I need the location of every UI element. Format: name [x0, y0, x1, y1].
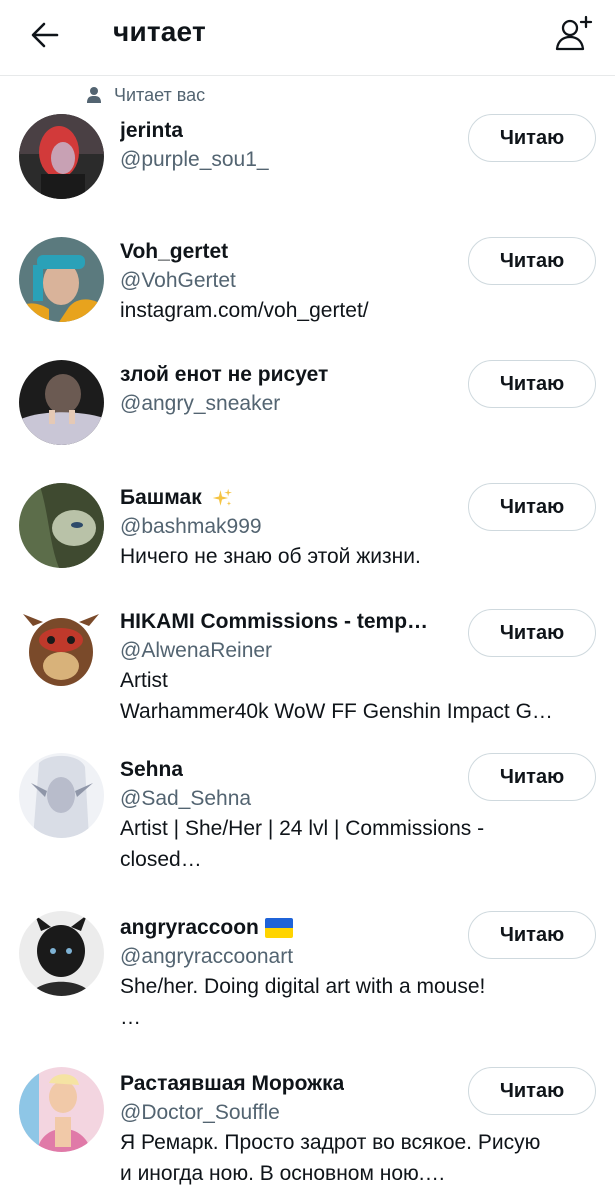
user-name: Растаявшая Морожка [120, 1072, 345, 1095]
user-name: злой енот не рисует [120, 363, 329, 386]
avatar[interactable] [19, 483, 104, 568]
add-user-button[interactable] [548, 10, 600, 56]
user-bio: She/her. Doing digital art with a mouse!… [120, 971, 595, 1033]
back-button[interactable] [22, 12, 68, 58]
user-bio: Я Ремарк. Просто задрот во всякое. Рисую… [120, 1127, 595, 1189]
following-button[interactable]: Читаю [468, 753, 596, 801]
following-button[interactable]: Читаю [468, 483, 596, 531]
follows-you-indicator: Читает вас [86, 84, 205, 106]
user-name: HIKAMI Commissions - temp… [120, 610, 429, 633]
bio-line: Я Ремарк. Просто задрот во всякое. Рисую [120, 1131, 541, 1154]
user-cell[interactable]: злой енот не рисует @angry_sneaker Читаю [0, 323, 615, 445]
following-list: Читает вас jerinta @purple_sou1_ Читаю V… [0, 76, 615, 1200]
bio-line: Artist | She/Her | 24 lvl | Commissions … [120, 817, 485, 840]
user-cell[interactable]: Voh_gertet @VohGertet instagram.com/voh_… [0, 199, 615, 323]
avatar[interactable] [19, 237, 104, 322]
following-button[interactable]: Читаю [468, 237, 596, 285]
page-title: читает [113, 16, 206, 47]
bio-line: Artist [120, 669, 168, 692]
following-button[interactable]: Читаю [468, 360, 596, 408]
user-bio: instagram.com/voh_gertet/ [120, 295, 595, 326]
following-button[interactable]: Читаю [468, 911, 596, 959]
add-user-icon [555, 15, 593, 51]
user-bio: Artist Warhammer40k WoW FF Genshin Impac… [120, 665, 595, 727]
user-cell[interactable]: HIKAMI Commissions - temp… @AlwenaReiner… [0, 569, 615, 723]
sparkles-icon [212, 488, 232, 506]
user-name: Башмак [120, 486, 202, 509]
avatar[interactable] [19, 604, 104, 689]
bio-line: instagram.com/voh_gertet/ [120, 299, 369, 322]
avatar[interactable] [19, 360, 104, 445]
user-name: Voh_gertet [120, 240, 229, 263]
following-button[interactable]: Читаю [468, 609, 596, 657]
avatar[interactable] [19, 911, 104, 996]
user-name: Sehna [120, 758, 184, 781]
follows-you-label: Читает вас [114, 84, 206, 105]
user-bio: Artist | She/Her | 24 lvl | Commissions … [120, 813, 595, 875]
bio-line: closed… [120, 848, 202, 871]
user-bio: Ничего не знаю об этой жизни. [120, 541, 595, 572]
bio-line: Ничего не знаю об этой жизни. [120, 545, 421, 568]
top-app-bar: читает [0, 0, 615, 76]
bio-line: … [120, 1006, 141, 1029]
user-cell[interactable]: Sehna @Sad_Sehna Artist | She/Her | 24 l… [0, 723, 615, 881]
avatar[interactable] [19, 114, 104, 199]
bio-line: и иногда ною. В основном ною.… [120, 1162, 446, 1185]
user-cell[interactable]: Растаявшая Морожка @Doctor_Souffle Я Рем… [0, 1037, 615, 1200]
user-cell[interactable]: Читает вас jerinta @purple_sou1_ Читаю [0, 76, 615, 199]
person-icon [87, 87, 101, 103]
bio-line: She/her. Doing digital art with a mouse! [120, 975, 486, 998]
avatar[interactable] [19, 1067, 104, 1152]
arrow-left-icon [31, 22, 59, 48]
user-name: angryraccoon [120, 916, 259, 939]
following-button[interactable]: Читаю [468, 1067, 596, 1115]
following-button[interactable]: Читаю [468, 114, 596, 162]
user-name: jerinta [120, 119, 184, 142]
user-cell[interactable]: Башмак @bashmak999 Ничего не знаю об это… [0, 445, 615, 569]
avatar[interactable] [19, 753, 104, 838]
ukraine-flag-icon [264, 918, 293, 938]
user-cell[interactable]: angryraccoon @angryraccoonart She/her. D… [0, 881, 615, 1037]
